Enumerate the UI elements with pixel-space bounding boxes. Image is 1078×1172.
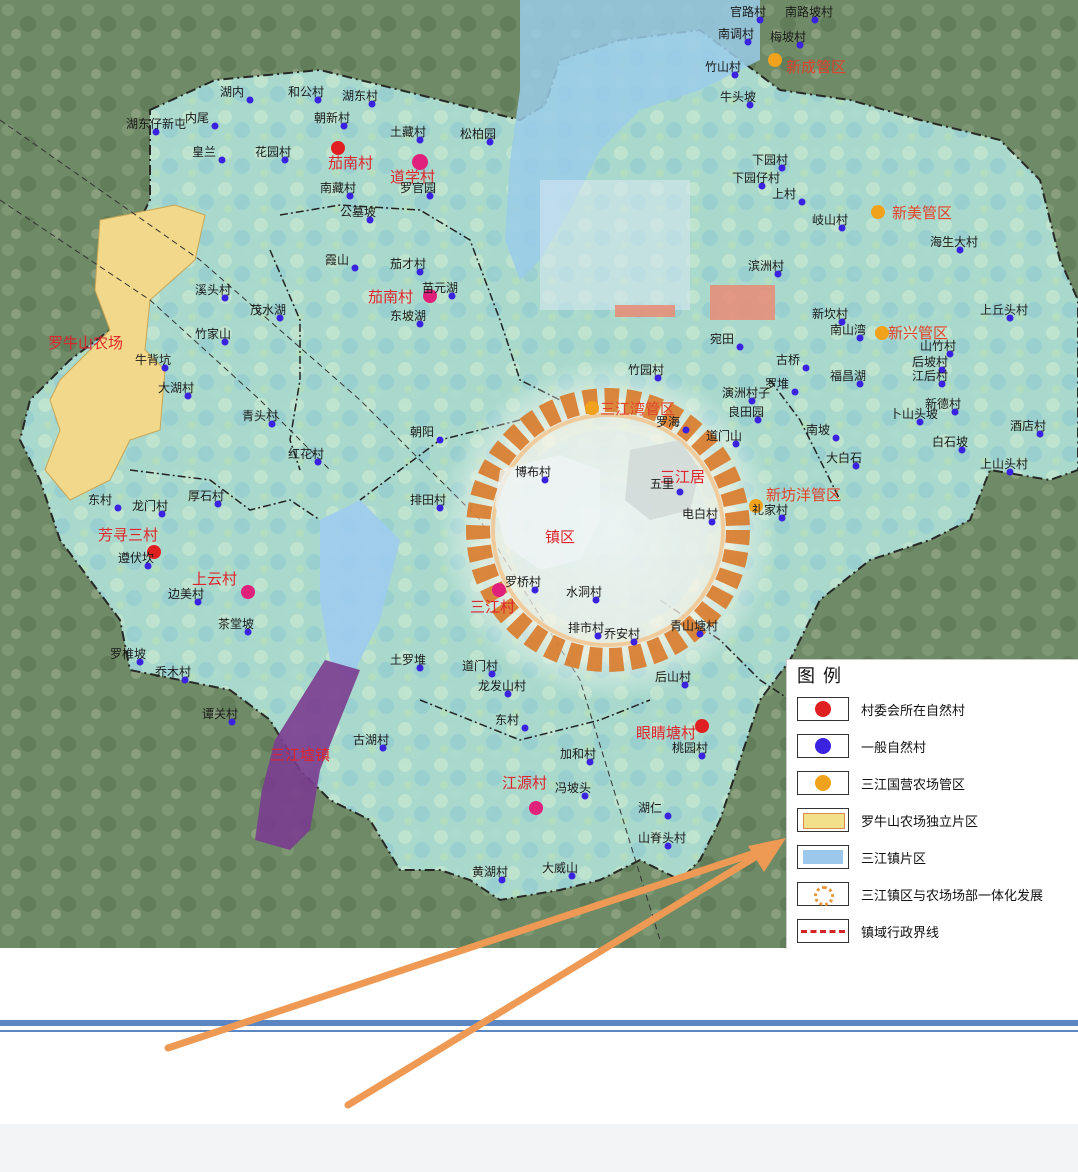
bottom-band — [0, 1124, 1078, 1172]
annotation-arrows — [164, 838, 786, 1109]
arrow-line — [164, 844, 774, 1052]
arrow-head — [748, 838, 786, 872]
arrow-line — [344, 844, 774, 1109]
